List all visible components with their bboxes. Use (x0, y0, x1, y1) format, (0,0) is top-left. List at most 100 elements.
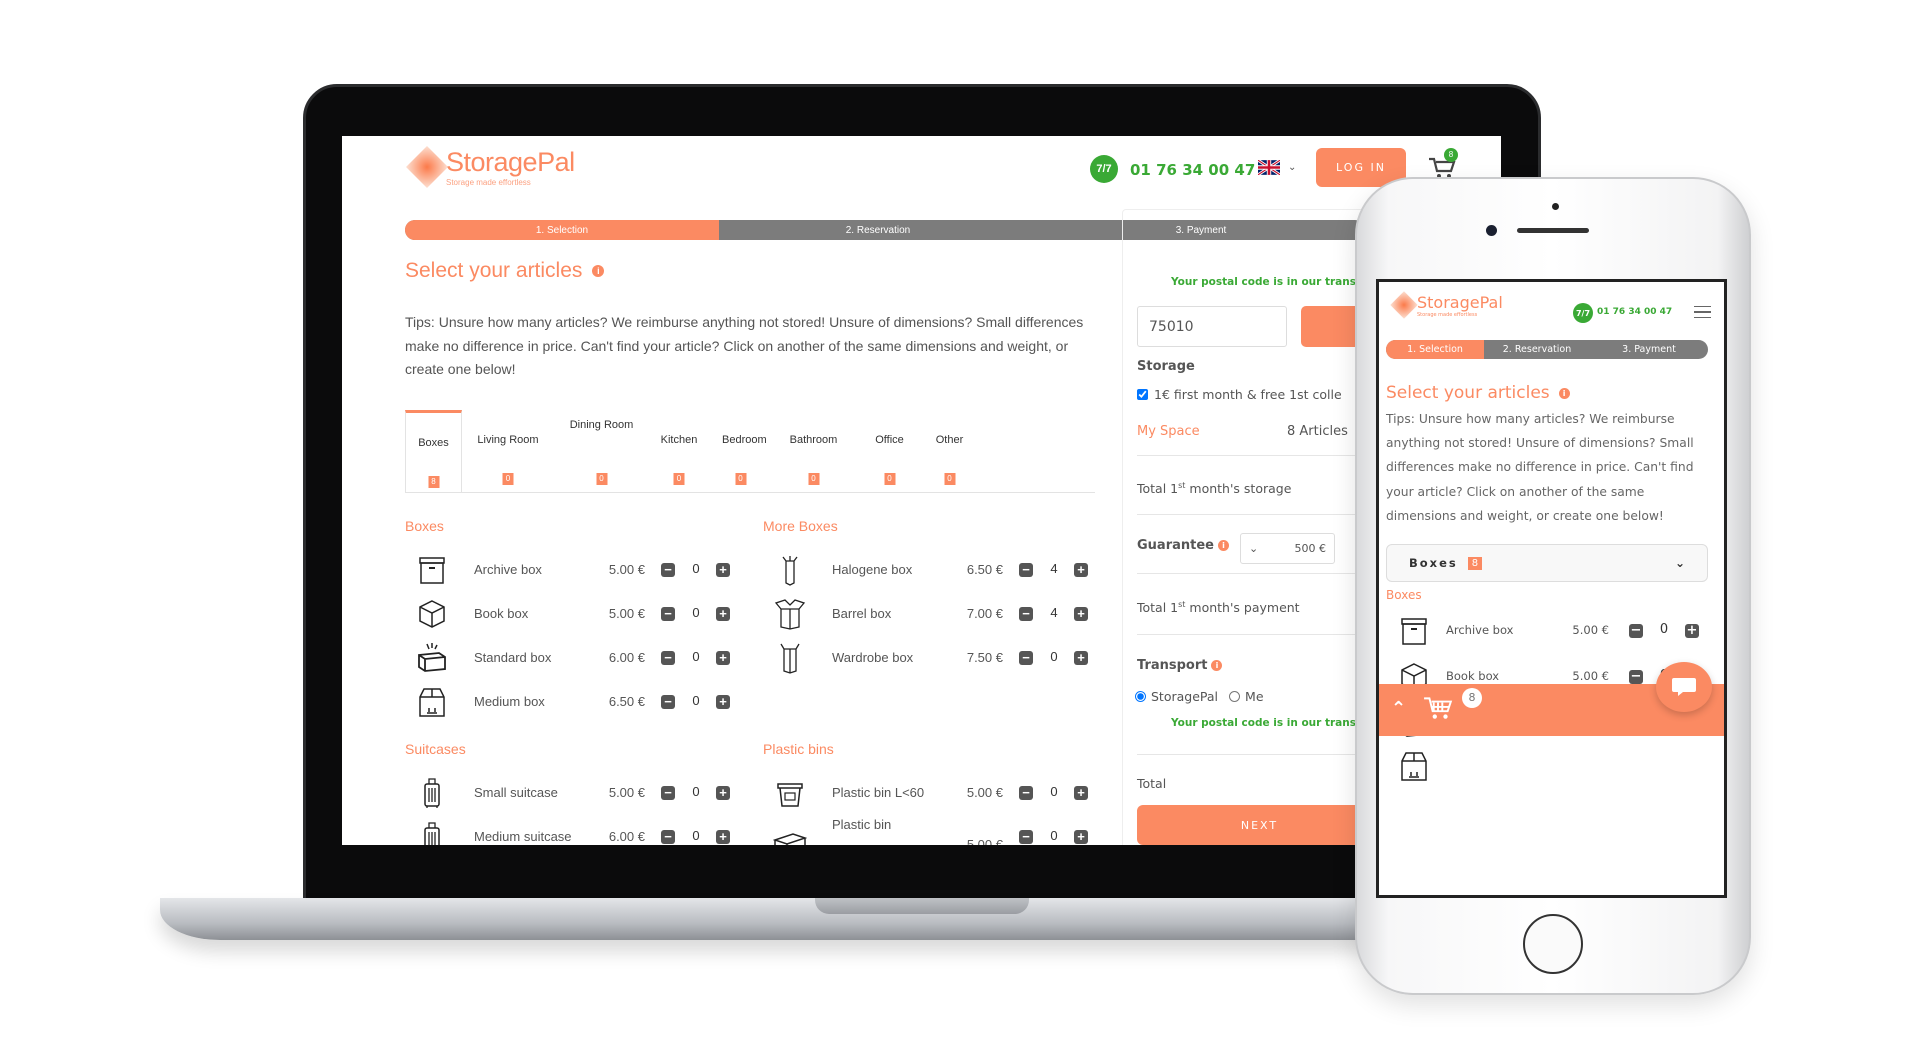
language-selector[interactable]: ⌄ (1258, 160, 1296, 175)
decrease-button[interactable]: − (661, 563, 675, 577)
step-selection[interactable]: 1. Selection (405, 220, 719, 240)
item-quantity[interactable]: 0 (689, 649, 703, 664)
increase-button[interactable]: + (716, 607, 730, 621)
total-payment-label: Total 1st month's payment (1137, 600, 1300, 615)
suitcase-icon (424, 778, 440, 808)
item-quantity[interactable]: 0 (689, 605, 703, 620)
item-row: Small suitcase 5.00 € −0 + (405, 771, 745, 815)
tab-label: Bathroom (789, 434, 838, 446)
guarantee-select[interactable]: ⌄ 500 € (1240, 533, 1335, 564)
info-icon[interactable]: i (1558, 387, 1570, 399)
tab-label: Bedroom (722, 434, 767, 446)
info-icon[interactable]: i (592, 265, 605, 277)
decrease-button[interactable]: − (1019, 563, 1033, 577)
item-quantity[interactable]: 0 (1047, 828, 1061, 843)
phone-screen: StoragePal Storage made effortless 7/7 0… (1376, 279, 1727, 898)
tab-count-badge: 0 (735, 473, 746, 485)
wardrobe-box-icon (780, 643, 800, 674)
item-name: Plastic bin L<60 (832, 785, 925, 800)
increase-button[interactable]: + (1074, 651, 1088, 665)
decrease-button[interactable]: − (1019, 786, 1033, 800)
item-quantity[interactable]: 4 (1047, 605, 1061, 620)
tab-dining-room[interactable]: Dining Room 0 (555, 410, 648, 492)
item-quantity[interactable]: 0 (1657, 622, 1671, 637)
increase-button[interactable]: + (1074, 607, 1088, 621)
tab-kitchen[interactable]: Kitchen 0 (648, 410, 710, 492)
tab-label: Dining Room (569, 419, 634, 431)
increase-button[interactable]: + (1074, 830, 1088, 844)
halogene-box-icon (782, 556, 798, 586)
increase-button[interactable]: + (716, 786, 730, 800)
increase-button[interactable]: + (1685, 624, 1699, 638)
decrease-button[interactable]: − (661, 695, 675, 709)
total-storage-text-b: month's storage (1185, 481, 1292, 497)
step-selection[interactable]: 1. Selection (1386, 340, 1484, 359)
chat-button[interactable] (1656, 662, 1712, 712)
hamburger-menu-icon[interactable] (1694, 306, 1711, 318)
decrease-button[interactable]: − (1019, 830, 1033, 844)
item-name: Medium box (474, 694, 545, 709)
info-icon[interactable]: i (1217, 540, 1229, 551)
transport-radio-me[interactable] (1229, 691, 1241, 702)
increase-button[interactable]: + (1074, 786, 1088, 800)
offer-row[interactable]: 1€ first month & free 1st colle (1137, 387, 1342, 402)
item-quantity[interactable]: 4 (1047, 561, 1061, 576)
item-name: Small suitcase (474, 785, 558, 800)
item-quantity[interactable]: 0 (1047, 649, 1061, 664)
decrease-button[interactable]: − (661, 651, 675, 665)
cart-icon[interactable] (1423, 694, 1453, 722)
tab-bathroom[interactable]: Bathroom 0 (771, 410, 856, 492)
item-quantity[interactable]: 0 (1047, 784, 1061, 799)
my-space-link[interactable]: My Space (1137, 424, 1200, 439)
increase-button[interactable]: + (716, 563, 730, 577)
step-reservation[interactable]: 2. Reservation (719, 220, 1037, 240)
item-row: Standard box 6.00 € −0 + (405, 636, 745, 680)
item-quantity[interactable]: 0 (689, 828, 703, 843)
phone-logo[interactable]: StoragePal Storage made effortless (1389, 290, 1503, 320)
item-price: 6.00 € (608, 650, 645, 665)
decrease-button[interactable]: − (1629, 670, 1643, 684)
increase-button[interactable]: + (1074, 563, 1088, 577)
decrease-button[interactable]: − (661, 607, 675, 621)
hours-badge: 7/7 (1090, 155, 1118, 183)
home-button[interactable] (1523, 914, 1583, 974)
decrease-button[interactable]: − (661, 786, 675, 800)
decrease-button[interactable]: − (661, 830, 675, 844)
decrease-button[interactable]: − (1629, 624, 1643, 638)
tab-living-room[interactable]: Living Room 0 (461, 410, 555, 492)
cart-count-badge: 8 (1444, 148, 1458, 162)
category-dropdown[interactable]: Boxes 8 ⌄ (1386, 544, 1708, 582)
item-quantity[interactable]: 0 (689, 693, 703, 708)
decrease-button[interactable]: − (1019, 651, 1033, 665)
section-title: Boxes (405, 518, 444, 534)
guarantee-label-wrap: Guarantee i (1137, 538, 1229, 553)
info-icon[interactable]: i (1211, 660, 1223, 671)
tab-other[interactable]: Other 0 (923, 410, 976, 492)
laptop-notch (815, 898, 1029, 914)
phone-number[interactable]: 01 76 34 00 47 (1597, 307, 1672, 317)
item-quantity[interactable]: 0 (689, 784, 703, 799)
section-title: Suitcases (405, 741, 466, 757)
step-payment[interactable]: 3. Payment (1590, 340, 1708, 359)
postal-code-input[interactable] (1137, 306, 1287, 347)
tab-boxes[interactable]: Boxes 8 (405, 410, 462, 492)
logo[interactable]: StoragePal Storage made effortless (404, 144, 575, 190)
plastic-bin-icon (777, 783, 803, 807)
postal-message: Your postal code is in our transp (1171, 276, 1364, 288)
increase-button[interactable]: + (716, 695, 730, 709)
item-name: Wardrobe box (832, 650, 914, 665)
offer-checkbox[interactable] (1137, 389, 1148, 400)
decrease-button[interactable]: − (1019, 607, 1033, 621)
logo-diamond-icon (1390, 291, 1418, 319)
increase-button[interactable]: + (716, 651, 730, 665)
phone-number[interactable]: 01 76 34 00 47 (1130, 161, 1255, 179)
tab-bedroom[interactable]: Bedroom 0 (710, 410, 771, 492)
increase-button[interactable]: + (716, 830, 730, 844)
logo-tagline: Storage made effortless (446, 178, 531, 187)
tab-office[interactable]: Office 0 (856, 410, 923, 492)
transport-radio-storagepal[interactable] (1135, 691, 1146, 702)
item-name: Medium suitcase (474, 829, 572, 844)
step-reservation[interactable]: 2. Reservation (1484, 340, 1590, 359)
item-quantity[interactable]: 0 (689, 561, 703, 576)
chevron-up-icon[interactable]: ⌃ (1391, 698, 1406, 719)
